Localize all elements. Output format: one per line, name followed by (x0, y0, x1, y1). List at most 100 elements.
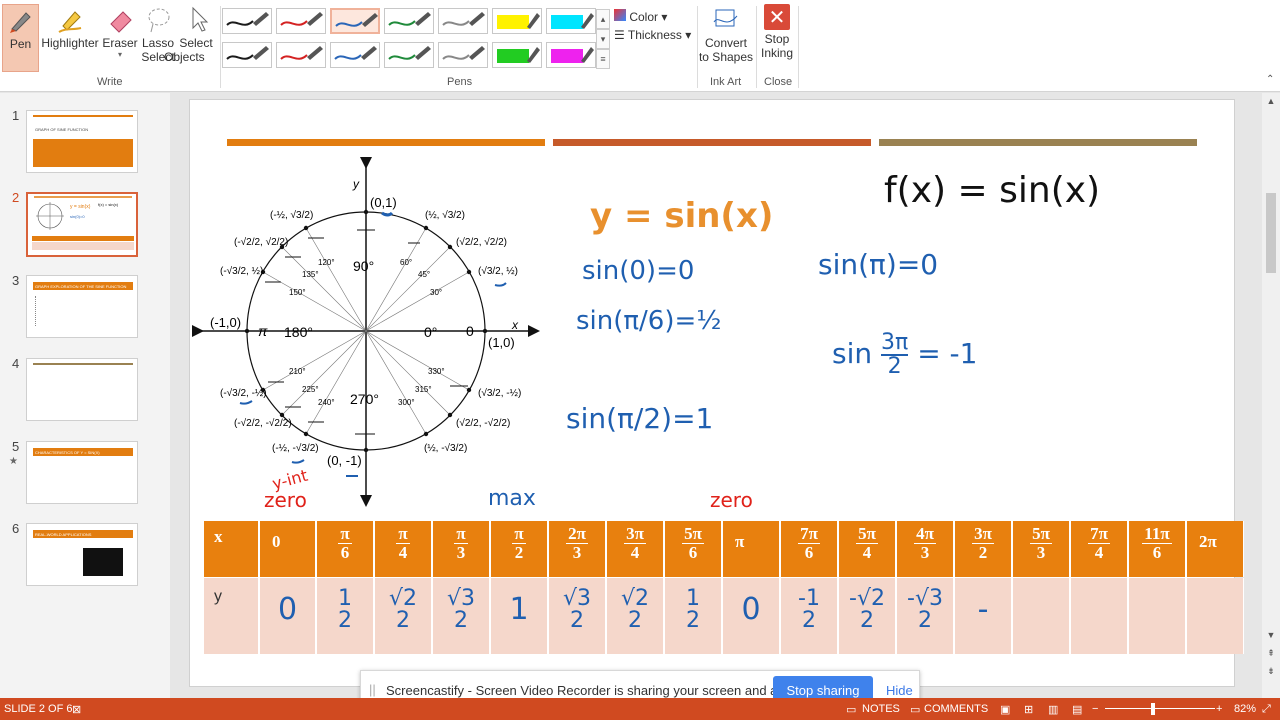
normal-view-icon[interactable]: ▣ (1000, 703, 1010, 716)
zoom-in-icon[interactable]: + (1216, 703, 1222, 715)
pens-more-icon[interactable]: ≡ (596, 49, 610, 69)
pen-swatch[interactable] (438, 8, 488, 34)
sin-function-title: y = sin(x) (590, 196, 774, 236)
angle-90-label: 90° (353, 258, 375, 274)
previous-slide-icon[interactable]: ⇞ (1265, 647, 1277, 659)
point-1-0-label: (1,0) (488, 335, 515, 350)
drag-handle-icon[interactable]: || (369, 682, 376, 697)
convert-shapes-icon (713, 9, 738, 27)
write-group-label: Write (97, 76, 123, 88)
color-dropdown[interactable]: Color ▾ (614, 9, 667, 24)
zero-radian-label: 0 (466, 323, 474, 339)
coord-q2-b: (-√2/2, √2/2) (234, 237, 289, 248)
comments-icon[interactable]: ▭ (910, 703, 920, 716)
pen-swatch[interactable] (384, 42, 434, 68)
pen-swatch[interactable] (492, 8, 542, 34)
slide-thumbnail-1[interactable]: GRAPH OF SINE FUNCTION (26, 110, 138, 173)
stop-inking-button[interactable]: ✕ Stop Inking (758, 4, 796, 60)
select-label-2: Objects (164, 50, 205, 64)
slide-thumbnail-6[interactable]: REAL-WORLD APPLICATIONS (26, 523, 138, 586)
ribbon-separator (220, 6, 221, 88)
comments-button[interactable]: COMMENTS (924, 703, 988, 715)
thumb-number-5: 5 (12, 439, 20, 454)
ribbon-separator (798, 6, 799, 88)
pen-swatch[interactable] (546, 42, 596, 68)
eraser-tool-button[interactable]: Eraser ▾ (102, 4, 138, 59)
vertical-scrollbar[interactable]: ▲ ▼ ⇞ ⇟ (1262, 93, 1280, 698)
slide-thumbnail-4[interactable] (26, 358, 138, 421)
notes-icon[interactable]: ▭ (846, 703, 856, 716)
pen-swatch[interactable] (438, 42, 488, 68)
angle-270-label: 270° (350, 391, 379, 407)
coord-q3-a: (-√3/2, -½) (220, 388, 267, 399)
slide-thumbnail-5[interactable]: CHARACTERISTICS OF Y = SIN(X) (26, 441, 138, 504)
next-slide-icon[interactable]: ⇟ (1265, 665, 1277, 677)
select-objects-button[interactable]: Select Objects (164, 4, 218, 64)
slide-canvas[interactable]: y x (0,1) (-1,0) (1,0) (0, -1) 90° 180° … (189, 99, 1244, 687)
pen-swatch[interactable] (222, 42, 272, 68)
notes-button[interactable]: NOTES (862, 703, 900, 715)
pen-swatch[interactable] (492, 42, 542, 68)
ribbon-separator (756, 6, 757, 88)
convert-to-shapes-button[interactable]: Convert to Shapes (698, 4, 754, 64)
ballpoint-pen-icon (388, 12, 431, 26)
table-value-cell: 0 (723, 578, 780, 654)
angle-0-label: 0° (424, 324, 438, 340)
table-header-cell: 0 (260, 521, 316, 577)
table-header-cell: 11π 6 (1129, 521, 1186, 577)
pen-swatch[interactable] (276, 8, 326, 34)
highlighter-pen-icon (497, 13, 540, 29)
pen-swatch[interactable] (546, 8, 596, 34)
pens-gallery (222, 6, 610, 70)
slide-sorter-icon[interactable]: ⊞ (1024, 703, 1033, 716)
table-value-cell: 0 (260, 578, 316, 654)
zoom-slider-handle[interactable] (1151, 703, 1155, 715)
collapse-ribbon-icon[interactable]: ⌃ (1266, 74, 1274, 85)
scroll-up-icon[interactable]: ▲ (1265, 95, 1277, 107)
pen-swatch[interactable] (330, 42, 380, 68)
reading-view-icon[interactable]: ▥ (1048, 703, 1058, 716)
thickness-dropdown[interactable]: ☰ Thickness ▾ (614, 28, 691, 42)
deg-240: 240° (318, 398, 335, 407)
slide-counter: SLIDE 2 OF 6 (4, 703, 73, 715)
pens-scroll-down-icon[interactable]: ▾ (596, 29, 610, 49)
zoom-level[interactable]: 82% (1234, 703, 1256, 715)
pen-swatch[interactable] (222, 8, 272, 34)
scroll-down-icon[interactable]: ▼ (1265, 629, 1277, 641)
thumb-number-2: 2 (12, 190, 20, 205)
zoom-out-icon[interactable]: − (1092, 703, 1098, 715)
deg-120: 120° (318, 258, 335, 267)
pens-group-label: Pens (447, 76, 473, 88)
hide-button[interactable]: Hide (886, 683, 913, 698)
pen-tool-button[interactable]: Pen (2, 4, 39, 72)
ink-max: max (488, 486, 536, 511)
scrollbar-thumb[interactable] (1266, 193, 1276, 273)
highlighter-tool-button[interactable]: Highlighter (40, 4, 100, 50)
spellcheck-icon[interactable]: ⊠ (72, 703, 81, 716)
eraser-dropdown-icon[interactable]: ▾ (102, 50, 138, 59)
slide-thumbnail-3[interactable]: GRAPH EXPLORATION OF THE SINE FUNCTION (26, 275, 138, 338)
ballpoint-pen-icon (442, 12, 485, 26)
header-bar-2 (553, 139, 871, 146)
pens-scroll-up-icon[interactable]: ▴ (596, 9, 610, 29)
slide-thumbnail-pane: 1 GRAPH OF SINE FUNCTION 2 y = sin(x) si… (0, 93, 170, 698)
pen-swatch[interactable] (384, 8, 434, 34)
pen-swatch[interactable] (276, 42, 326, 68)
eraser-label: Eraser (102, 36, 138, 50)
zoom-slider-track[interactable] (1105, 708, 1215, 709)
stop-label-1: Stop (764, 32, 790, 46)
svg-text:sin(0)=0: sin(0)=0 (70, 214, 85, 219)
coord-q2-a: (-½, √3/2) (270, 210, 314, 221)
slide-thumbnail-2[interactable]: y = sin(x) sin(0)=0 f(x) = sin(x) (26, 192, 138, 257)
ballpoint-pen-icon (335, 13, 378, 27)
fit-to-window-icon[interactable]: ⤢ (1262, 703, 1271, 716)
table-value-cell: -√3 2 (897, 578, 954, 654)
slideshow-icon[interactable]: ▤ (1072, 703, 1082, 716)
ink-ribbon: Pen Highlighter Eraser ▾ Lasso Select Se… (0, 0, 1280, 92)
table-value-cell: √3 2 (433, 578, 490, 654)
thickness-label: Thickness (627, 28, 682, 42)
stop-label-2: Inking (760, 46, 794, 60)
pen-swatch[interactable] (330, 8, 380, 34)
table-header-cell: 4π 3 (897, 521, 954, 577)
table-header-cell: 5π 6 (665, 521, 722, 577)
